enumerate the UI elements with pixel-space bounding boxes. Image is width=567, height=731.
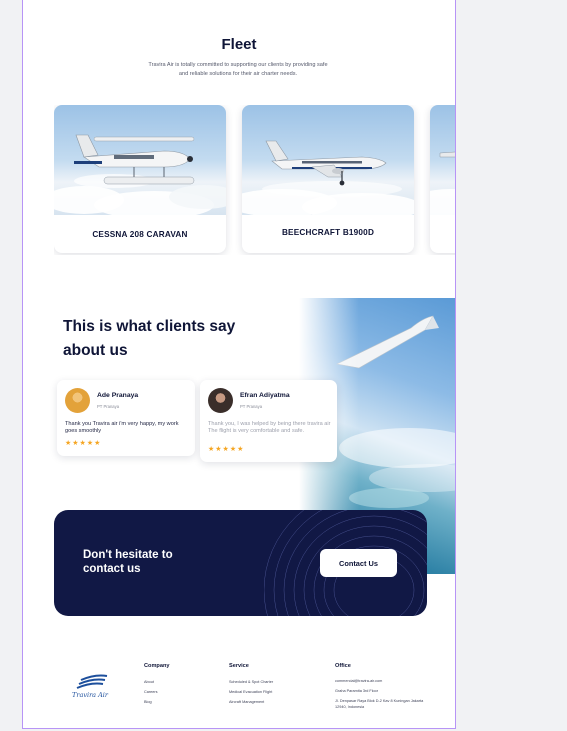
aircraft-photo xyxy=(430,105,455,215)
footer-office: Office commercial@travira-air.com Graha … xyxy=(335,663,431,715)
rating-stars: ★★★★★ xyxy=(65,440,102,447)
fleet-card-beechcraft[interactable]: BEECHCRAFT B1900D xyxy=(242,105,414,253)
cessna-photo xyxy=(54,105,226,215)
testimonial-company: PT Pranaya xyxy=(240,404,263,409)
avatar xyxy=(65,388,90,413)
footer-link-about[interactable]: About xyxy=(144,677,170,687)
testimonial-quote: Thank you Travira air i'm very happy, my… xyxy=(65,421,179,434)
footer-link-management[interactable]: Aircraft Management xyxy=(229,697,273,707)
office-email[interactable]: commercial@travira-air.com xyxy=(335,679,431,684)
avatar xyxy=(208,388,233,413)
contact-banner: Don't hesitate to contact us Contact Us xyxy=(54,510,427,616)
testimonial-name: Efran Adiyatma xyxy=(240,392,290,399)
footer-link-blog[interactable]: Blog xyxy=(144,697,170,707)
fleet-title: Fleet xyxy=(221,36,257,53)
footer-company: Company About Careers Blog xyxy=(144,663,170,708)
fleet-subtitle: Travira Air is totally committed to supp… xyxy=(148,62,328,77)
testimonial-card: Ade Pranaya PT Pranaya Thank you Travira… xyxy=(57,380,195,456)
fleet-card-name: BEECHCRAFT B1900D xyxy=(281,228,375,237)
footer-service: Service Scheduled & Spot Charter Medical… xyxy=(229,663,273,708)
testimonial-card: Efran Adiyatma PT Pranaya Thank you, I w… xyxy=(200,380,337,462)
travira-logo[interactable]: Travira Air xyxy=(67,670,113,700)
footer-link-medevac[interactable]: Medical Evacuation Flight xyxy=(229,687,273,697)
testimonial-company: PT Pranaya xyxy=(97,404,120,409)
fleet-card-name: CESSNA 208 CARAVAN xyxy=(92,230,188,239)
testimonial-name: Ade Pranaya xyxy=(97,392,139,399)
landing-page: Fleet Travira Air is totally committed t… xyxy=(22,0,456,729)
footer-heading: Office xyxy=(335,663,351,669)
footer-heading: Service xyxy=(229,663,249,669)
footer-link-charter[interactable]: Scheduled & Spot Charter xyxy=(229,677,273,687)
office-building: Graha Paramita 3rd Floor xyxy=(335,689,379,694)
cta-text: Don't hesitate to contact us xyxy=(83,549,173,575)
fleet-carousel[interactable]: CESSNA 208 CARAVAN BEECHCRAFT B1900D xyxy=(54,105,455,255)
logo-text: Travira Air xyxy=(72,691,109,699)
rating-stars: ★★★★★ xyxy=(208,446,245,453)
footer-link-careers[interactable]: Careers xyxy=(144,687,170,697)
fleet-card-cessna[interactable]: CESSNA 208 CARAVAN xyxy=(54,105,226,253)
testimonial-quote: Thank you, I was helped by being there t… xyxy=(208,421,331,434)
footer-heading: Company xyxy=(144,663,170,669)
office-address: Jl. Denpasar Raya Blok D-2 Kav 8 Kuninga… xyxy=(335,699,424,709)
beechcraft-photo xyxy=(242,105,414,215)
fleet-card-partial[interactable] xyxy=(430,105,455,253)
testimonials-title: This is what clients say about us xyxy=(63,318,236,359)
contact-us-button[interactable]: Contact Us xyxy=(320,549,397,577)
